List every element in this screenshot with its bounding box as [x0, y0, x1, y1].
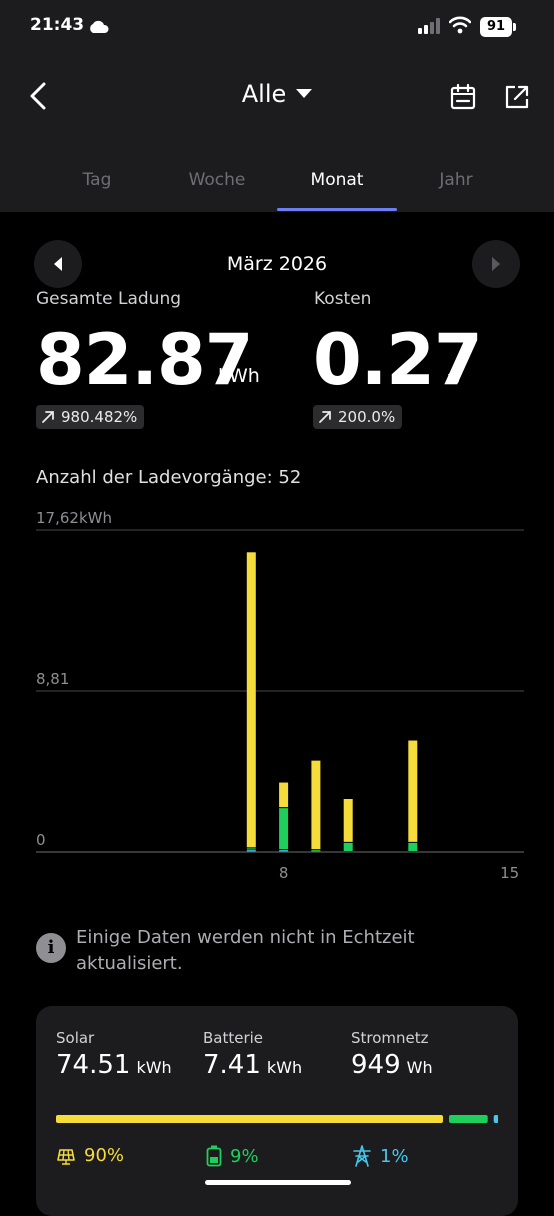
cost-value: 0.27 [313, 319, 483, 401]
home-indicator [205, 1180, 351, 1185]
battery-share: 9% [206, 1145, 259, 1167]
charge-trend-badge: 980.482% [36, 405, 145, 429]
solar-value-group: 74.51 kWh [56, 1050, 172, 1080]
solar-value: 74.51 [56, 1050, 131, 1080]
battery-value: 7.41 [203, 1050, 261, 1080]
tab-woche[interactable]: Woche [157, 170, 277, 190]
view-selector[interactable]: Alle [242, 80, 313, 108]
total-charge-value: 82.87 [36, 319, 253, 401]
solar-share: 90% [56, 1145, 124, 1166]
arrow-right-icon [492, 257, 500, 271]
x-tick-label: 15 [500, 864, 519, 882]
cost-trend-badge: 200.0% [313, 405, 403, 429]
bar-segment-solar [408, 740, 418, 842]
chart-labels: 0 8,81 17,62kWh 8 15 [36, 509, 519, 882]
battery-icon: 91 [480, 17, 512, 37]
tab-indicator [277, 208, 397, 211]
period-label: März 2026 [226, 253, 328, 275]
x-tick-label: 8 [279, 864, 289, 882]
bar-segment-batterie [279, 808, 289, 850]
realtime-notice: Einige Daten werden nicht in Echtzeit ak… [76, 927, 415, 974]
status-time: 21:43 [30, 15, 85, 35]
calendar-icon[interactable] [448, 82, 478, 112]
cloud-icon [90, 20, 109, 33]
source-share-bar [56, 1115, 498, 1123]
bar-segment-solar [279, 782, 289, 808]
grid-label: Stromnetz [351, 1029, 429, 1047]
tab-tag[interactable]: Tag [37, 170, 157, 190]
battery-label: Batterie [203, 1029, 264, 1047]
bar-segment-batterie [246, 848, 256, 850]
solar-unit: kWh [136, 1058, 172, 1077]
bar-segment-batterie [408, 842, 418, 851]
page-title: Alle [241, 80, 287, 108]
info-icon: i [36, 933, 66, 963]
grid-share: 1% [352, 1145, 409, 1167]
power-tower-icon [353, 1145, 371, 1167]
bar-segment-solar [246, 552, 256, 848]
battery-percent: 9% [230, 1145, 259, 1167]
battery-nub [513, 23, 516, 31]
wifi-icon [449, 16, 471, 34]
bar-segment-stromnetz [279, 850, 289, 852]
bar-segment-solar [343, 799, 353, 842]
battery-unit: kWh [266, 1058, 303, 1077]
cost-label: Kosten [314, 289, 372, 309]
y-tick-label: 8,81 [36, 670, 69, 688]
trend-up-icon [42, 411, 54, 423]
grid-value: 949 [351, 1050, 401, 1080]
total-charge-unit: kWh [218, 365, 260, 387]
bar-segment-solar [311, 760, 321, 850]
solar-label: Solar [56, 1029, 95, 1047]
bar-segment-batterie [343, 842, 353, 851]
bar-segment-stromnetz [246, 850, 256, 852]
cost-trend-value: 200.0% [338, 408, 396, 426]
grid-unit: Wh [406, 1058, 433, 1077]
export-icon[interactable] [502, 82, 532, 112]
tab-monat[interactable]: Monat [277, 170, 397, 190]
share-segment-1 [449, 1115, 488, 1123]
solar-panel-icon [57, 1148, 75, 1165]
signal-icon [418, 18, 440, 34]
share-segment-0 [56, 1115, 443, 1123]
battery-source-icon [206, 1145, 222, 1167]
grid-value-group: 949 Wh [351, 1050, 433, 1080]
solar-percent: 90% [84, 1145, 125, 1166]
bar-segment-batterie [311, 850, 321, 852]
session-count: Anzahl der Ladevorgänge: 52 [36, 467, 302, 488]
cost-unit: € [448, 366, 461, 388]
charge-trend-value: 980.482% [61, 408, 138, 426]
battery-value-group: 7.41 kWh [203, 1050, 302, 1080]
trend-up-icon [319, 411, 331, 423]
caret-down-icon [296, 89, 313, 98]
y-tick-label: 0 [36, 831, 46, 849]
tab-jahr[interactable]: Jahr [396, 170, 516, 190]
back-button[interactable] [24, 80, 54, 112]
total-charge-label: Gesamte Ladung [36, 289, 182, 309]
grid-percent: 1% [380, 1145, 409, 1167]
chart-bars [246, 552, 418, 852]
share-segment-2 [493, 1115, 498, 1123]
daily-charge-chart: 0 8,81 17,62kWh 8 15 [36, 509, 524, 882]
next-period-button[interactable] [472, 240, 520, 288]
y-tick-label: 17,62kWh [36, 509, 112, 527]
